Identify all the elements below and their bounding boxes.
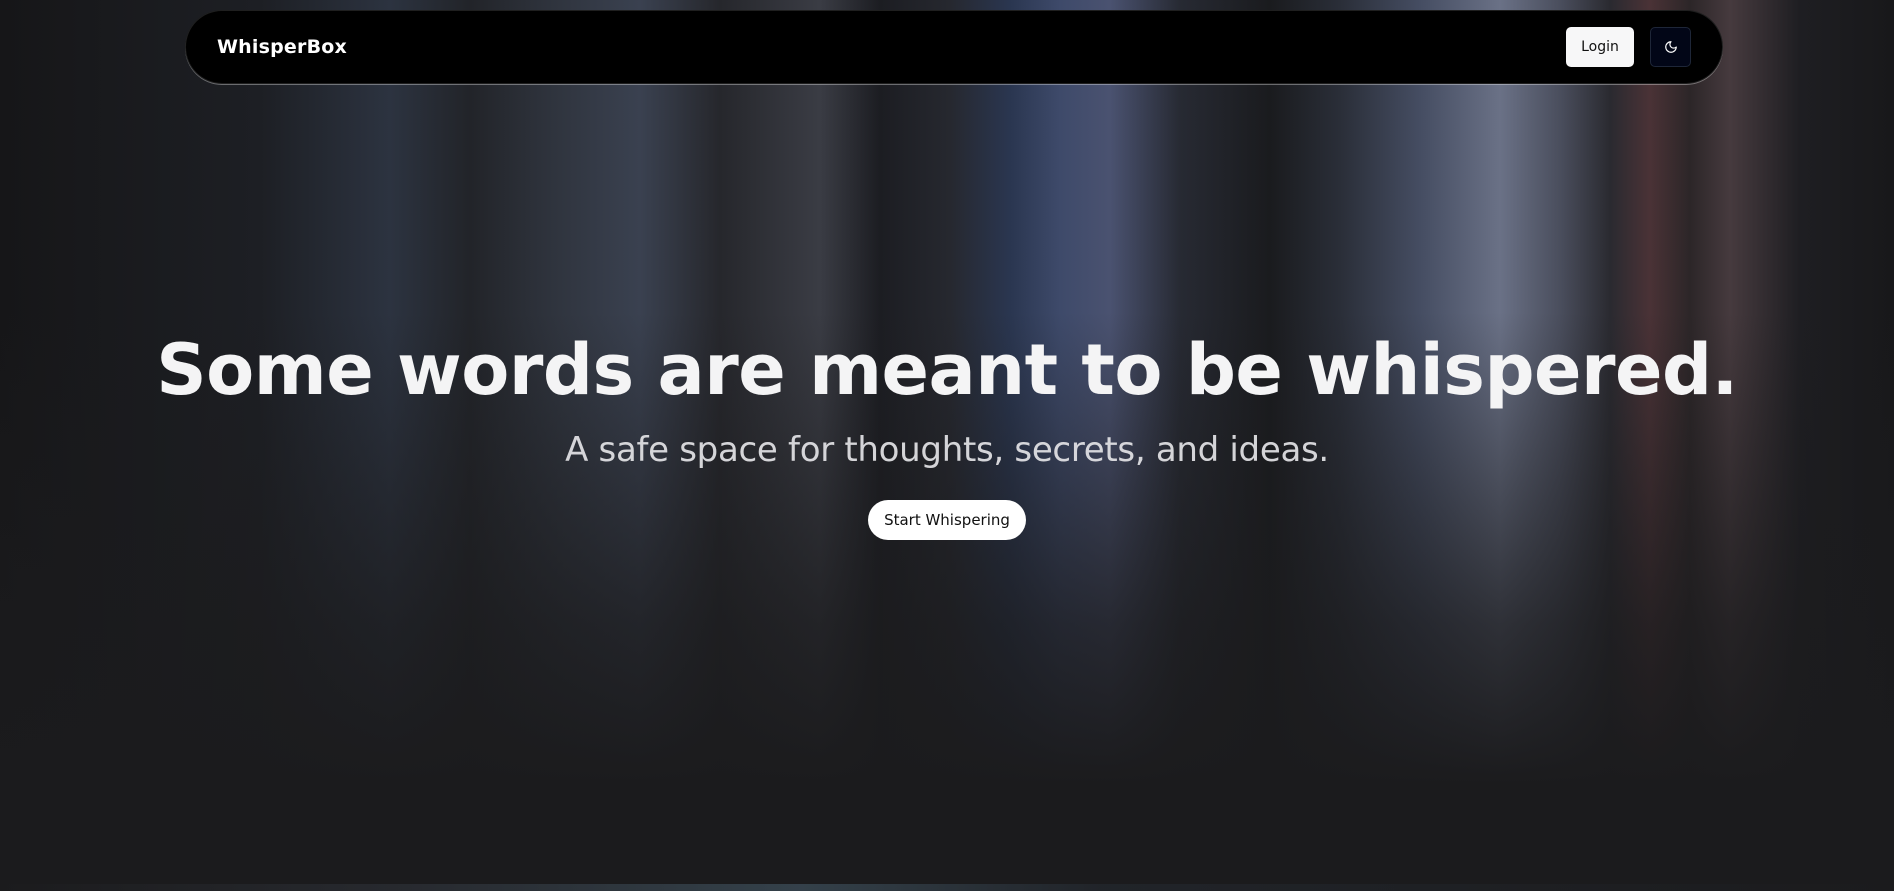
hero-subtitle: A safe space for thoughts, secrets, and … xyxy=(565,430,1329,470)
login-button[interactable]: Login xyxy=(1566,27,1634,67)
bottom-edge xyxy=(0,884,1894,891)
theme-toggle-button[interactable] xyxy=(1650,27,1691,67)
navbar-actions: Login xyxy=(1566,27,1691,67)
hero-section: Some words are meant to be whispered. A … xyxy=(0,320,1894,540)
navbar: WhisperBox Login xyxy=(185,10,1723,84)
hero-title: Some words are meant to be whispered. xyxy=(156,329,1738,411)
moon-icon xyxy=(1664,40,1678,54)
brand-logo[interactable]: WhisperBox xyxy=(217,36,347,58)
start-whispering-button[interactable]: Start Whispering xyxy=(868,500,1026,540)
landing-page: WhisperBox Login Some words are meant to… xyxy=(0,0,1894,891)
